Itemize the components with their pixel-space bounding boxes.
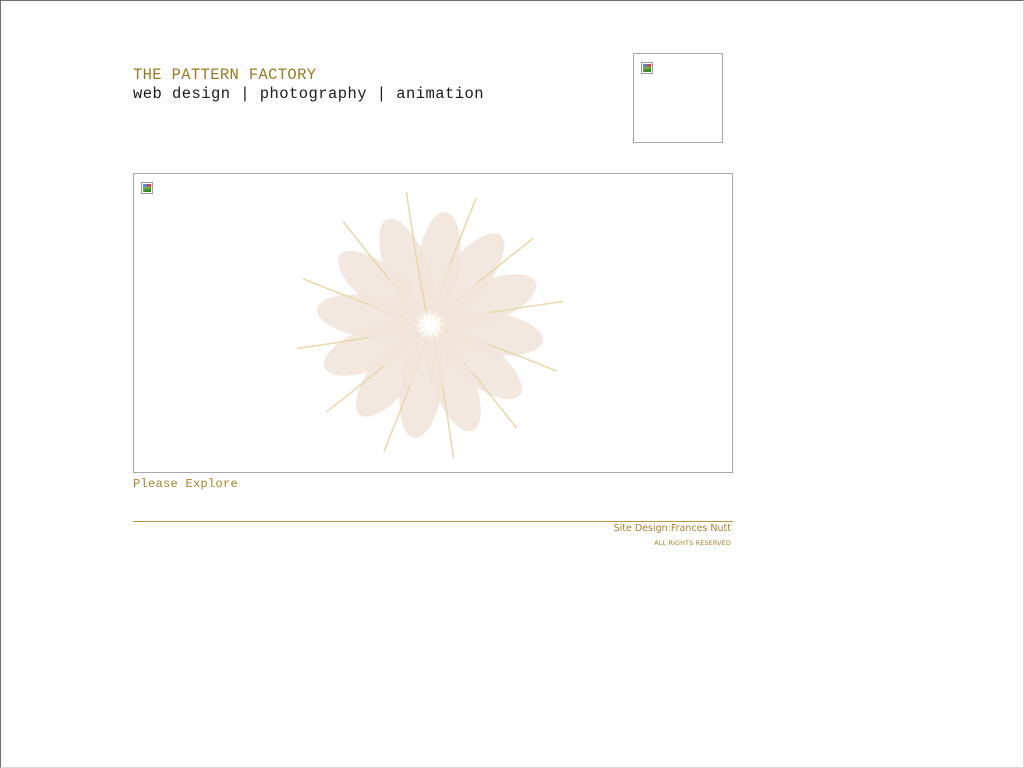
site-tagline: web design | photography | animation: [133, 85, 485, 103]
broken-image-icon: [141, 182, 153, 194]
browser-viewport: THE PATTERN FACTORY web design | photogr…: [0, 0, 1024, 768]
broken-image-icon: [641, 62, 653, 74]
rights-reserved: ALL RIGHTS RESERVED: [654, 539, 731, 547]
flower-icon: [297, 192, 563, 458]
logo-image: [633, 53, 723, 143]
footer-divider: [133, 521, 733, 522]
site-design-credit: Site Design:Frances Nutt: [613, 523, 731, 534]
please-explore-link[interactable]: Please Explore: [133, 477, 238, 491]
site-title: THE PATTERN FACTORY: [133, 66, 317, 84]
hero-image[interactable]: [133, 173, 733, 473]
